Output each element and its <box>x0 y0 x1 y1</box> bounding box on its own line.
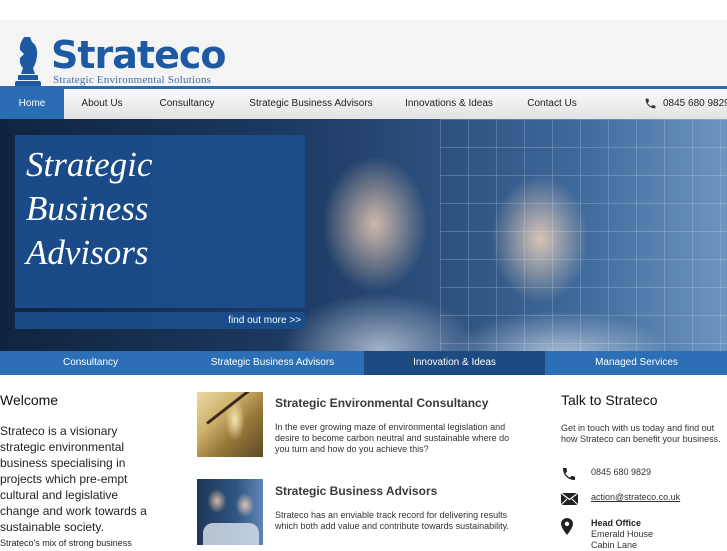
contact-phone[interactable]: 0845 680 9829 <box>591 467 651 478</box>
hero-caption-box: Strategic Business Advisors <box>15 135 305 308</box>
phone-icon <box>563 468 575 480</box>
top-strip <box>0 0 727 20</box>
brand-tagline: Strategic Environmental Solutions <box>53 74 212 86</box>
consultancy-thumbnail[interactable] <box>197 392 263 457</box>
business-advisors-thumbnail[interactable] <box>197 479 263 545</box>
nav-strategic-business-advisors[interactable]: Strategic Business Advisors <box>240 89 382 119</box>
contact-address-row: Head Office Emerald House Cabin Lane <box>561 516 727 550</box>
hero-title: Strategic Business Advisors <box>26 145 153 272</box>
hero-banner: Strategic Business Advisors find out mor… <box>0 119 727 351</box>
find-out-more-link[interactable]: find out more >> <box>228 312 301 329</box>
contact-email-row: action@strateco.co.uk <box>561 490 727 508</box>
sub-nav: Consultancy Strategic Business Advisors … <box>0 351 727 375</box>
nav-consultancy[interactable]: Consultancy <box>146 89 228 119</box>
location-pin-icon <box>561 518 573 535</box>
article-text-consultancy: In the ever growing maze of environmenta… <box>275 422 510 454</box>
brand-logo-text[interactable]: Strateco <box>51 32 226 78</box>
welcome-text-more: Strateco's mix of strong business <box>0 538 132 548</box>
article-text-business-advisors: Strateco has an enviable track record fo… <box>275 510 509 531</box>
nav-innovations-ideas[interactable]: Innovations & Ideas <box>394 89 504 119</box>
phone-icon <box>645 98 656 109</box>
welcome-text: Strateco is a visionary strategic enviro… <box>0 424 147 534</box>
office-address-line2: Cabin Lane <box>591 540 638 550</box>
subnav-managed-services[interactable]: Managed Services <box>546 351 727 375</box>
hero-link-bar: find out more >> <box>15 312 305 329</box>
contact-phone-row: 0845 680 9829 <box>561 465 727 483</box>
contact-email-link[interactable]: action@strateco.co.uk <box>591 492 680 503</box>
site-header: Strateco Strategic Environmental Solutio… <box>0 20 727 88</box>
subnav-strategic-business-advisors[interactable]: Strategic Business Advisors <box>182 351 363 375</box>
nav-home[interactable]: Home <box>0 89 64 119</box>
talk-heading: Talk to Strateco <box>561 392 658 408</box>
main-nav: Home About Us Consultancy Strategic Busi… <box>0 89 727 120</box>
subnav-consultancy[interactable]: Consultancy <box>0 351 181 375</box>
nav-contact-us[interactable]: Contact Us <box>516 89 588 119</box>
chess-knight-logo-icon[interactable] <box>14 34 42 90</box>
hero-photo-grid-overlay <box>440 119 727 351</box>
mail-icon <box>561 493 578 505</box>
office-address-line1: Emerald House <box>591 529 654 539</box>
article-title-consultancy[interactable]: Strategic Environmental Consultancy <box>275 396 488 410</box>
subnav-innovation-ideas[interactable]: Innovation & Ideas <box>364 351 545 375</box>
office-label: Head Office <box>591 518 642 528</box>
talk-text: Get in touch with us today and find out … <box>561 423 721 444</box>
nav-phone-number[interactable]: 0845 680 9829 <box>663 89 727 118</box>
nav-about-us[interactable]: About Us <box>66 89 138 119</box>
welcome-heading: Welcome <box>0 392 59 408</box>
article-title-business-advisors[interactable]: Strategic Business Advisors <box>275 484 437 498</box>
